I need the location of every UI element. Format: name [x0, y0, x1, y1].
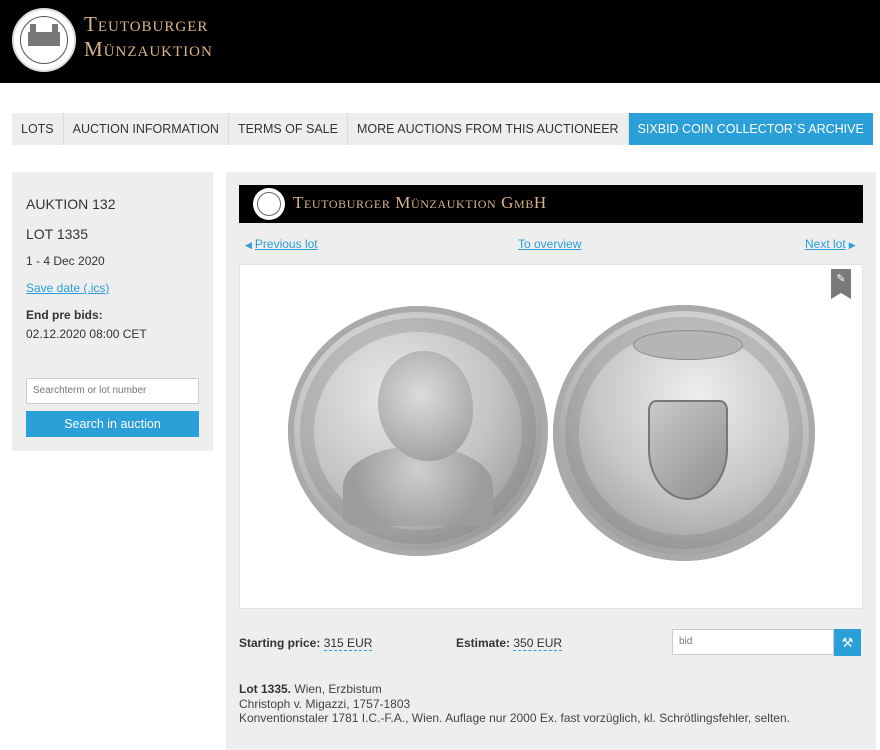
auction-sidebar: AUKTION 132 LOT 1335 1 - 4 Dec 2020 Save… [12, 172, 213, 451]
next-lot-label: Next lot [805, 237, 846, 251]
save-date-link[interactable]: Save date (.ics) [26, 281, 109, 295]
search-button[interactable]: Search in auction [26, 411, 199, 437]
coin-obverse-image [288, 306, 548, 556]
previous-lot-label: Previous lot [254, 237, 318, 251]
search-input[interactable]: Searchterm or lot number [26, 378, 199, 404]
coin-image-panel[interactable]: ✎ [239, 264, 863, 609]
auctioneer-banner: Teutoburger Münzauktion GmbH [239, 185, 863, 223]
lot-line-2: Christoph v. Migazzi, 1757-1803 [239, 696, 411, 711]
nav-more-auctions[interactable]: MORE AUCTIONS FROM THIS AUCTIONEER [348, 113, 629, 145]
estimate-label: Estimate: [456, 636, 511, 650]
lot-detail: Teutoburger Münzauktion GmbH ◀ Previous l… [226, 172, 876, 750]
estimate: Estimate: 350 EUR [456, 636, 563, 651]
castle-seal-icon[interactable] [12, 8, 76, 72]
lot-number: LOT 1335 [26, 226, 89, 242]
estimate-value[interactable]: 350 EUR [513, 636, 563, 651]
end-pre-bids-label: End pre bids: [26, 308, 103, 322]
nav-lots[interactable]: LOTS [12, 113, 64, 145]
coin-reverse-image [553, 305, 815, 561]
lot-line-3: Konventionstaler 1781 I.C.-F.A., Wien. A… [239, 711, 790, 725]
bid-input[interactable]: bid [672, 629, 834, 655]
main-nav: LOTS AUCTION INFORMATION TERMS OF SALE M… [12, 113, 873, 145]
banner-seal-icon [253, 188, 285, 220]
previous-lot-link[interactable]: ◀ Previous lot [242, 237, 318, 251]
starting-price-label: Starting price: [239, 636, 321, 650]
nav-collector-archive[interactable]: SIXBID COIN COLLECTOR`S ARCHIVE [628, 113, 873, 145]
starting-price-value[interactable]: 315 EUR [323, 636, 373, 651]
brand-line-1: Teutoburger [84, 12, 209, 36]
no-photo-icon[interactable]: ✎ [831, 269, 851, 299]
chevron-left-icon: ◀ [245, 240, 252, 250]
lot-description: Lot 1335. Wien, Erzbistum Christoph v. M… [239, 682, 790, 726]
nav-terms-of-sale[interactable]: TERMS OF SALE [229, 113, 348, 145]
lot-line-1: Wien, Erzbistum [294, 682, 382, 696]
gavel-icon[interactable]: ⚒ [834, 629, 861, 656]
site-header: Teutoburger Münzauktion [0, 0, 880, 83]
brand-line-2: Münzauktion [84, 37, 213, 61]
end-pre-bids-value: 02.12.2020 08:00 CET [26, 327, 147, 341]
auction-date: 1 - 4 Dec 2020 [26, 254, 105, 268]
lot-title: Lot 1335. [239, 682, 292, 696]
next-lot-link[interactable]: Next lot ▶ [805, 237, 859, 251]
brand-name[interactable]: Teutoburger Münzauktion [84, 12, 213, 62]
banner-title: Teutoburger Münzauktion GmbH [293, 193, 547, 212]
starting-price: Starting price: 315 EUR [239, 636, 373, 651]
nav-auction-information[interactable]: AUCTION INFORMATION [64, 113, 229, 145]
chevron-right-icon: ▶ [848, 240, 856, 250]
auction-number: AUKTION 132 [26, 196, 116, 212]
overview-link[interactable]: To overview [518, 237, 581, 251]
